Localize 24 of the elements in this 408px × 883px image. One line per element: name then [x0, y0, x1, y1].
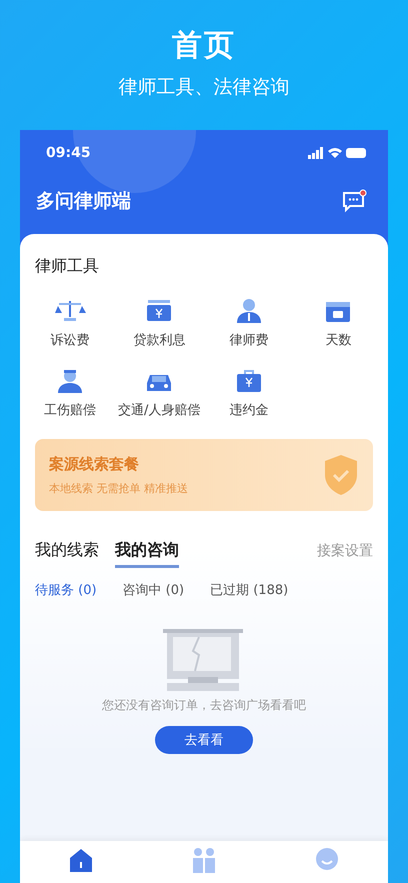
tool-label[interactable]: 工伤赔偿 [44, 401, 96, 419]
promo-title: 案源线索套餐 [49, 454, 140, 474]
filter-tab[interactable]: 咨询中 (0) [122, 581, 184, 599]
promo-subtitle: 本地线索 无需抢单 精准推送 [49, 480, 188, 496]
banner-title: 首页 [172, 26, 236, 64]
empty-message: 您还没有咨询订单，去咨询广场看看吧 [102, 697, 306, 714]
section-title: 律师工具 [35, 256, 100, 277]
tool-label[interactable]: 天数 [325, 331, 352, 349]
shield-check-icon [323, 454, 359, 496]
tool-label[interactable]: 违约金 [229, 401, 268, 419]
filter-tab[interactable]: 待服务 (0) [35, 581, 97, 599]
tool-label[interactable]: 交通/人身赔偿 [118, 401, 200, 419]
tool-label[interactable]: 贷款利息 [133, 331, 186, 349]
tool-label[interactable]: 律师费 [229, 331, 268, 349]
banner-subtitle: 律师工具、法律咨询 [118, 74, 290, 100]
filter-tab[interactable]: 已过期 (188) [210, 581, 288, 599]
go-button[interactable]: 去看看 [155, 726, 253, 754]
tab[interactable]: 我的咨询 [115, 540, 179, 568]
tool-label[interactable]: 诉讼费 [50, 331, 90, 349]
app-title: 多问律师端 [36, 189, 131, 214]
status-icons [308, 147, 368, 159]
message-icon[interactable] [342, 189, 368, 213]
tab[interactable]: 我的线索 [35, 540, 99, 568]
status-time: 09:45 [46, 145, 91, 161]
